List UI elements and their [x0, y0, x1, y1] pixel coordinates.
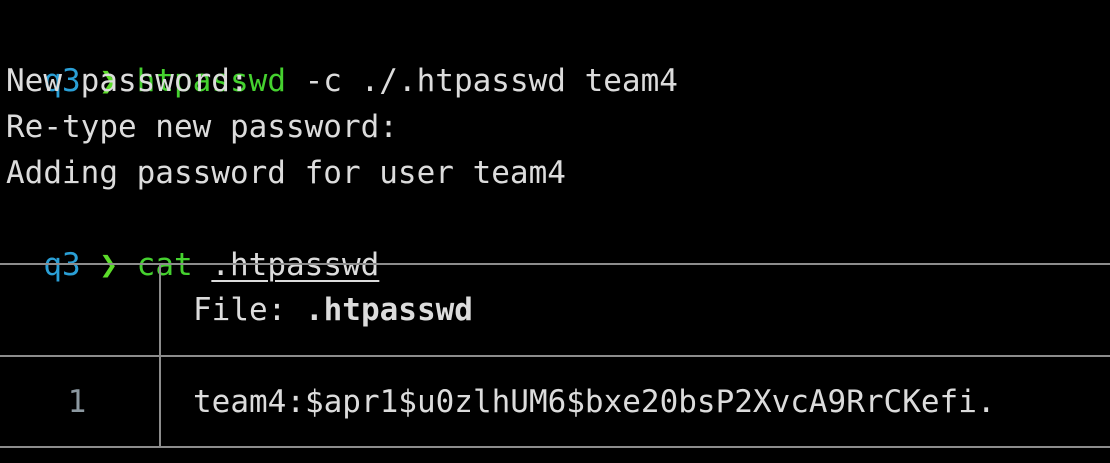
prompt-line-htpasswd: q3 ❯ htpasswd -c ./.htpasswd team4 [6, 12, 678, 99]
prompt-host: q3 [43, 247, 81, 283]
prompt-line-cat: q3 ❯ cat .htpasswd [6, 196, 379, 283]
file-view-header-divider [0, 355, 1110, 357]
output-retype-password: Re-type new password: [6, 109, 398, 145]
file-header-label: File: [193, 292, 305, 328]
line-number: 1 [67, 384, 87, 420]
line-content: team4:$apr1$u0zlhUM6$bxe20bsP2XvcA9RrCKe… [193, 384, 996, 420]
file-view-header: File: .htpasswd [193, 287, 473, 333]
command-args: -c ./.htpasswd team4 [285, 63, 678, 99]
prompt-arrow-icon: ❯ [99, 247, 118, 283]
file-header-name: .htpasswd [304, 292, 473, 328]
command-name: cat [136, 247, 193, 283]
file-view-top-border [0, 263, 1110, 265]
output-adding-password: Adding password for user team4 [6, 155, 566, 191]
file-view-gutter-divider [159, 264, 161, 446]
file-view-bottom-border [0, 446, 1110, 448]
command-path: .htpasswd [211, 247, 380, 283]
output-new-password: New password: [6, 63, 249, 99]
